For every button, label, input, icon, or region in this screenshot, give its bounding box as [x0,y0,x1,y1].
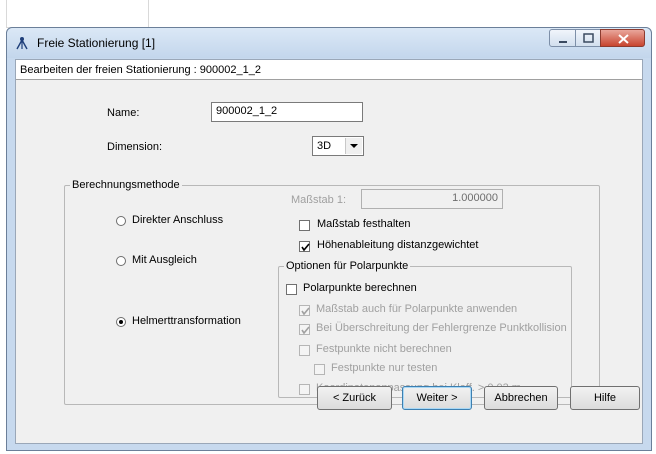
radio-helmert-label[interactable]: Helmerttransformation [132,315,241,327]
close-icon [618,34,629,44]
height-weighting-checkbox[interactable] [299,241,310,252]
back-button[interactable]: < Zurück [317,386,392,410]
maximize-button[interactable] [575,29,601,47]
checkmark-icon [301,326,310,335]
radio-adjustment-label[interactable]: Mit Ausgleich [132,254,197,266]
polar-group-title: Optionen für Polarpunkte [284,260,411,272]
help-button[interactable]: Hilfe [570,386,640,410]
collision-label: Bei Überschreitung der Fehlergrenze Punk… [316,322,567,334]
radio-helmert[interactable] [116,317,126,327]
fixed-points-test-checkbox[interactable] [314,364,325,375]
window-title: Freie Stationierung [1] [37,36,156,50]
close-button[interactable] [600,29,645,47]
chevron-down-icon [345,138,362,154]
minimize-button[interactable] [549,29,576,47]
polar-scale-checkbox[interactable] [299,305,310,316]
header-text: Bearbeiten der freien Stationierung : 90… [20,64,261,76]
name-label: Name: [107,107,140,119]
fixed-points-checkbox[interactable] [299,345,310,356]
dimension-select[interactable]: 3D [312,136,364,156]
name-input[interactable]: 900002_1_2 [211,102,363,122]
scale-input[interactable]: 1.000000 [361,189,503,209]
polar-compute-label[interactable]: Polarpunkte berechnen [303,282,417,294]
title-bar[interactable]: Freie Stationierung [1] [7,28,651,58]
height-weighting-label[interactable]: Höhenableitung distanzgewichtet [317,239,478,251]
polar-compute-checkbox[interactable] [286,284,297,295]
fixed-points-test-label: Festpunkte nur testen [331,362,438,374]
tripod-icon [15,36,29,50]
fixed-points-label: Festpunkte nicht berechnen [316,343,452,355]
page-header: Bearbeiten der freien Stationierung : 90… [16,60,642,80]
method-group-title: Berechnungsmethode [70,179,182,191]
radio-direct[interactable] [116,216,126,226]
fix-scale-checkbox[interactable] [299,220,310,231]
fix-scale-label[interactable]: Maßstab festhalten [317,218,411,230]
background-panel [6,0,149,28]
polar-scale-label: Maßstab auch für Polarpunkte anwenden [316,303,518,315]
radio-direct-label[interactable]: Direkter Anschluss [132,214,223,226]
checkmark-icon [301,243,310,252]
dimension-value: 3D [317,140,332,152]
coord-adjust-checkbox[interactable] [299,384,310,395]
dimension-label: Dimension: [107,141,163,153]
collision-checkbox[interactable] [299,324,310,335]
next-button[interactable]: Weiter > [402,386,472,410]
cancel-button[interactable]: Abbrechen [484,386,558,410]
scale-label: Maßstab 1: [291,194,347,206]
minimize-icon [559,41,567,43]
radio-adjustment[interactable] [116,256,126,266]
maximize-icon [583,33,594,43]
checkmark-icon [301,307,310,316]
